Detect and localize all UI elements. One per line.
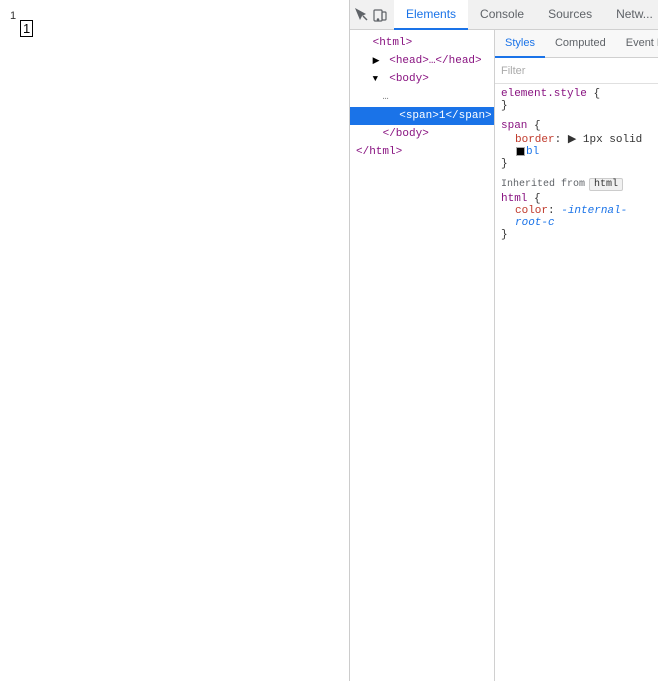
tree-item-body-close[interactable]: </body> [350, 125, 494, 143]
devtools-toolbar: Elements Console Sources Netw... [350, 0, 658, 30]
color-swatch-border[interactable] [516, 147, 525, 156]
rule-html-inherited: html { color: -internal-root-c } [501, 193, 652, 241]
filter-input[interactable] [501, 65, 652, 77]
inherited-label: Inherited from html [501, 178, 652, 191]
tree-item-html-close[interactable]: </html> [350, 143, 494, 161]
filter-bar [495, 58, 658, 84]
tab-computed[interactable]: Computed [545, 30, 616, 58]
tab-sources[interactable]: Sources [536, 0, 604, 30]
selector-span: span [501, 120, 527, 132]
tree-item-html[interactable]: <html> [350, 34, 494, 52]
tab-network[interactable]: Netw... [604, 0, 658, 30]
tree-item-head[interactable]: ▶ <head>…</head> [350, 52, 494, 70]
devtools-body: <html> ▶ <head>…</head> ▼ <body> … <span… [350, 30, 658, 681]
device-icon[interactable] [372, 3, 388, 27]
selector-html: html [501, 193, 527, 205]
inspect-icon[interactable] [354, 3, 370, 27]
inherited-tag-html: html [589, 178, 623, 191]
tree-item-dots[interactable]: … [350, 88, 494, 107]
webpage-panel: 1 1 [0, 0, 350, 681]
triangle-body: ▼ [373, 71, 383, 87]
tab-event-listeners[interactable]: Event L... [616, 30, 658, 58]
rule-element-style: element.style { } [501, 88, 652, 112]
elements-panel: <html> ▶ <head>…</head> ▼ <body> … <span… [350, 30, 495, 681]
tree-item-span[interactable]: <span>1</span> [350, 107, 494, 125]
rule-span: span { border: ▶ 1px solid bl } [501, 120, 652, 170]
triangle-head: ▶ [373, 53, 383, 69]
tab-styles[interactable]: Styles [495, 30, 545, 58]
page-number: 1 [10, 10, 16, 22]
styles-panel: Styles Computed Event L... element.style… [495, 30, 658, 681]
span-preview: 1 [20, 20, 33, 37]
styles-tabs: Styles Computed Event L... [495, 30, 658, 58]
css-rules: element.style { } span { border: ▶ 1px s… [495, 84, 658, 681]
property-color: color: -internal-root-c [501, 205, 652, 229]
property-border: border: ▶ 1px solid bl [501, 132, 652, 158]
devtools-panel: Elements Console Sources Netw... <html> … [350, 0, 658, 681]
tab-console[interactable]: Console [468, 0, 536, 30]
tree-item-body[interactable]: ▼ <body> [350, 70, 494, 88]
tab-elements[interactable]: Elements [394, 0, 468, 30]
selector-element-style: element.style [501, 88, 587, 100]
